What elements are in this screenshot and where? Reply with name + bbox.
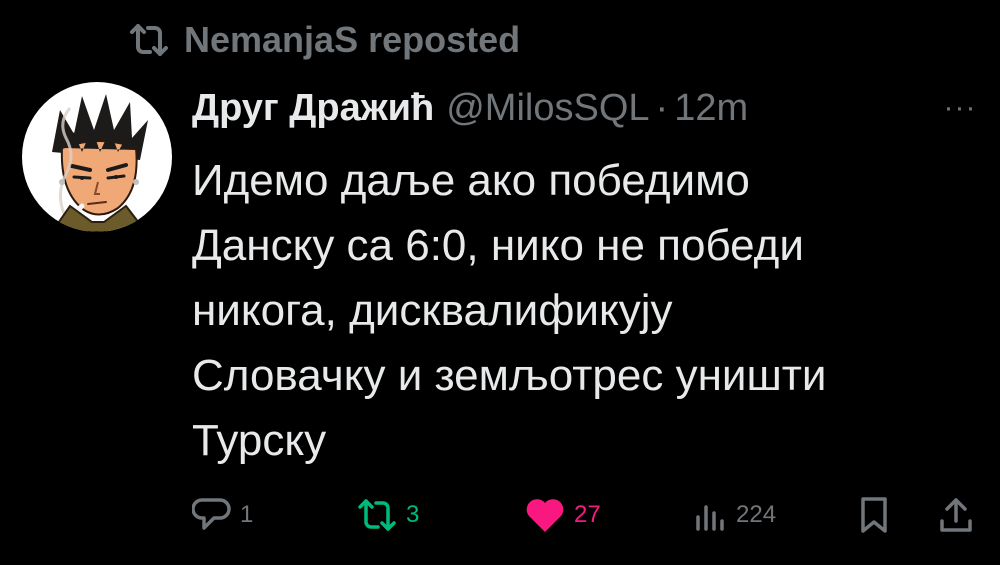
- repost-icon: [356, 498, 398, 532]
- separator-dot: ·: [655, 86, 669, 129]
- share-button[interactable]: [936, 488, 976, 542]
- display-name[interactable]: Друг Дражић: [192, 87, 434, 130]
- timestamp[interactable]: 12m: [674, 87, 748, 130]
- views-button[interactable]: 224: [692, 488, 776, 542]
- repost-label: NemanjaS reposted: [184, 19, 521, 60]
- avatar[interactable]: [22, 82, 172, 232]
- action-bar: 1 3 27 224: [0, 488, 1000, 542]
- bookmark-icon: [856, 495, 892, 535]
- tweet-text: Идемо даље ако победимо Данску са 6:0, н…: [192, 148, 982, 473]
- views-count: 224: [736, 501, 777, 528]
- more-icon[interactable]: ···: [940, 90, 980, 126]
- tweet-text-line: Данску са 6:0, нико не победи: [192, 221, 804, 270]
- tweet-text-line: никога, дисквалификују: [192, 286, 673, 335]
- reply-button[interactable]: 1: [192, 488, 253, 542]
- tweet-text-line: Словачку и земљотрес уништи: [192, 351, 827, 400]
- reply-icon: [192, 496, 232, 534]
- like-count: 27: [574, 501, 601, 528]
- heart-icon: [524, 496, 566, 534]
- tweet-text-line: Идемо даље ако победимо: [192, 156, 750, 205]
- like-button[interactable]: 27: [524, 488, 601, 542]
- bookmark-button[interactable]: [856, 488, 892, 542]
- reply-count: 1: [240, 501, 254, 528]
- views-icon: [692, 497, 728, 533]
- tweet-header: Друг Дражић @MilosSQL · 12m: [192, 80, 748, 136]
- user-handle[interactable]: @MilosSQL: [446, 87, 649, 130]
- share-icon: [936, 495, 976, 535]
- repost-indicator[interactable]: NemanjaS reposted: [128, 16, 520, 64]
- repost-icon: [128, 23, 170, 57]
- repost-count: 3: [406, 501, 420, 528]
- tweet-text-line: Турску: [192, 416, 327, 465]
- repost-button[interactable]: 3: [356, 488, 419, 542]
